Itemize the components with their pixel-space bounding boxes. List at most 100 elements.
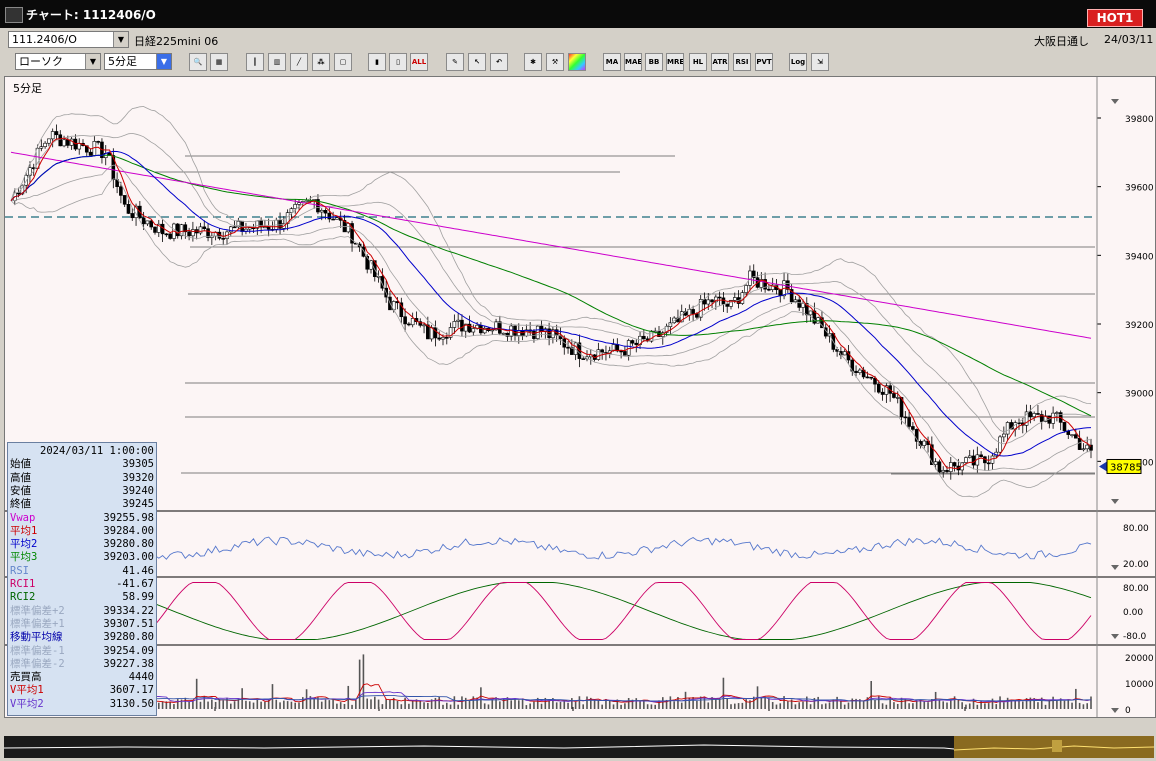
rci-tick-label: -80.0: [1123, 632, 1147, 642]
mre-button[interactable]: MRE: [666, 53, 684, 71]
candle: [505, 332, 510, 342]
candle-body: [880, 391, 885, 395]
vwap-line: [10, 151, 1092, 339]
undo-icon[interactable]: ↶: [490, 53, 508, 71]
candle-body: [1085, 444, 1090, 450]
candle-body: [247, 227, 252, 230]
ma1-line: [10, 137, 1092, 470]
price-tick-label: 39000: [1125, 390, 1154, 400]
candle: [278, 212, 282, 235]
mae-button[interactable]: MAE: [624, 53, 642, 71]
candles: [12, 124, 1093, 480]
candle-body: [96, 141, 100, 143]
candle-body: [456, 319, 460, 322]
candle-body: [62, 139, 66, 147]
pointer-icon[interactable]: ↖: [468, 53, 486, 71]
candle-body: [998, 436, 1002, 453]
scroll-thumb[interactable]: [1052, 740, 1062, 752]
line-icon[interactable]: ╱: [290, 53, 308, 71]
candle-body: [198, 226, 203, 234]
info-value: -41.67: [116, 578, 154, 590]
info-key: RCI1: [10, 578, 36, 590]
chart-area[interactable]: 5分足 398003960039400392003900038800 38785…: [4, 76, 1156, 718]
chevron-down-icon[interactable]: ▼: [113, 32, 128, 47]
compare-icon[interactable]: ▯: [389, 53, 407, 71]
candle: [433, 320, 438, 347]
chevron-down-icon[interactable]: ▼: [156, 54, 171, 69]
symbol-bar: 111.2406/O ▼ 日経225mini 06 大阪日通し 24/03/11: [0, 30, 1156, 49]
info-row: RSI 41.46: [10, 565, 154, 577]
ma-button[interactable]: MA: [603, 53, 621, 71]
candle: [1036, 404, 1040, 415]
chart-canvas[interactable]: 5分足 398003960039400392003900038800 38785…: [5, 77, 1155, 717]
chart-type-select[interactable]: ローソク ▼: [15, 53, 101, 70]
candle-body: [717, 296, 722, 299]
pvt-button[interactable]: PVT: [755, 53, 773, 71]
candle-toggle-icon[interactable]: ▮: [368, 53, 386, 71]
info-value: 39307.51: [103, 617, 154, 630]
panel-arrow-icon: [1111, 499, 1119, 504]
candle-body: [221, 238, 226, 240]
interval-select[interactable]: 5分足 ▼: [104, 53, 172, 70]
chevron-down-icon[interactable]: ▼: [85, 54, 100, 69]
info-value: 39334.22: [103, 604, 154, 617]
candle-body: [426, 324, 430, 340]
candle-body: [581, 358, 586, 360]
candle-icon[interactable]: ┃: [246, 53, 264, 71]
candle-body: [691, 309, 695, 314]
candle: [869, 376, 874, 381]
candle: [770, 277, 775, 293]
info-key: 移動平均線: [10, 631, 63, 644]
atr-button[interactable]: ATR: [711, 53, 729, 71]
candle: [164, 233, 169, 237]
time-scrollbar[interactable]: [3, 736, 1155, 758]
candle: [520, 327, 525, 341]
candle: [471, 324, 476, 336]
candle: [210, 232, 214, 245]
candle: [1024, 404, 1029, 433]
color-icon[interactable]: [568, 53, 586, 71]
candle: [630, 339, 635, 346]
rsi-button[interactable]: RSI: [733, 53, 751, 71]
tool-icon[interactable]: ⚒: [546, 53, 564, 71]
zoom-icon[interactable]: 🔍: [189, 53, 207, 71]
info-row: 移動平均線 39280.80: [10, 631, 154, 643]
info-key: 終値: [10, 498, 31, 511]
candle-body: [801, 303, 805, 308]
all-icon[interactable]: ALL: [410, 53, 428, 71]
candle-body: [202, 226, 207, 229]
point-icon[interactable]: ⁂: [312, 53, 330, 71]
bb-button[interactable]: BB: [645, 53, 663, 71]
settings-icon[interactable]: ✱: [524, 53, 542, 71]
candle-body: [945, 469, 949, 472]
info-row: 標準偏差-1 39254.09: [10, 645, 154, 657]
candle: [952, 461, 957, 472]
info-key: 標準偏差+2: [10, 604, 65, 617]
info-row: 平均2 39280.80: [10, 538, 154, 550]
candle: [77, 138, 82, 155]
candle-body: [490, 329, 495, 332]
candle-body: [732, 297, 737, 301]
bar-icon[interactable]: ▥: [268, 53, 286, 71]
info-key: 売買高: [10, 671, 42, 684]
export-icon[interactable]: ⇲: [811, 53, 829, 71]
grid-icon[interactable]: ▦: [210, 53, 228, 71]
hl-button[interactable]: HL: [689, 53, 707, 71]
candle: [638, 331, 642, 350]
candle: [687, 304, 692, 321]
info-value: 58.99: [122, 591, 154, 604]
candle-body: [1005, 422, 1010, 435]
page-icon[interactable]: ▢: [334, 53, 352, 71]
candle-body: [293, 204, 298, 209]
candle-body: [460, 319, 464, 332]
panel-arrow-icon: [1111, 634, 1119, 639]
candle-body: [941, 469, 946, 473]
pencil-icon[interactable]: ✎: [446, 53, 464, 71]
hot-badge[interactable]: HOT1: [1087, 9, 1143, 27]
log-button[interactable]: Log: [789, 53, 807, 71]
symbol-select[interactable]: 111.2406/O ▼: [8, 31, 129, 48]
candle-body: [516, 330, 521, 336]
candle-body: [808, 310, 813, 316]
candle-body: [876, 383, 881, 393]
info-value: 39255.98: [103, 511, 154, 524]
